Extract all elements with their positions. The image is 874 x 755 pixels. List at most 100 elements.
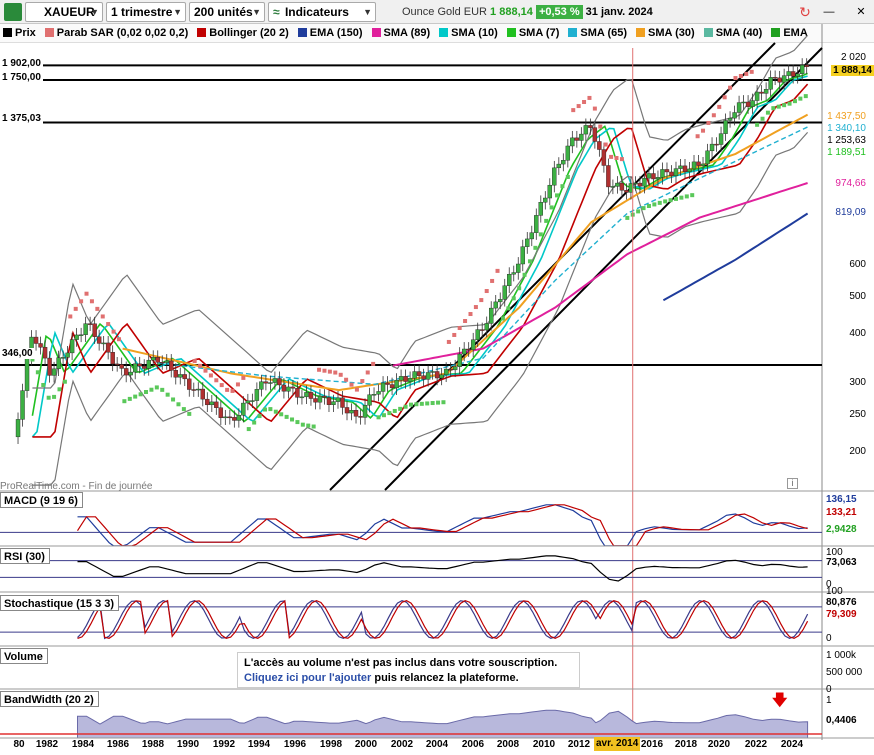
candle-body (425, 372, 431, 380)
sar-dot (133, 394, 138, 399)
time-axis-label: 1988 (141, 739, 165, 750)
candle-body (714, 143, 719, 146)
sar-dot (246, 427, 251, 432)
stochastic-label[interactable]: Stochastique (15 3 3) (0, 595, 120, 611)
sar-dot (419, 401, 424, 406)
time-axis-label: 2016 (640, 739, 664, 750)
price-axis-tick: 819,09 (835, 207, 866, 218)
candle-body (664, 169, 670, 173)
time-axis-label: 1998 (319, 739, 343, 750)
candle-body (511, 272, 516, 275)
candle-body (15, 419, 21, 438)
price-chart[interactable] (0, 0, 874, 755)
sar-dot (787, 101, 792, 106)
candle-body (335, 397, 341, 402)
candle-body (322, 395, 327, 398)
candle-body (367, 394, 372, 406)
sar-dot (317, 367, 322, 372)
level-tag-1750: 1 750,00 (0, 72, 43, 83)
candle-body (457, 353, 462, 367)
sar-dot (771, 106, 776, 111)
macd-label[interactable]: MACD (9 19 6) (0, 492, 83, 508)
sar-dot (452, 332, 457, 337)
sar-dot (144, 390, 149, 395)
candle-body (570, 137, 575, 147)
sar-dot (79, 299, 84, 304)
time-axis-label: 1982 (35, 739, 59, 750)
sar-dot (614, 156, 619, 161)
sar-dot (208, 373, 213, 378)
sar-dot (295, 420, 300, 425)
candle-body (304, 392, 309, 398)
candle-body (281, 384, 287, 392)
candle-body (187, 378, 192, 390)
sar-dot (441, 400, 446, 405)
candle-body (412, 371, 417, 379)
candle-body (466, 348, 471, 351)
candle-body (727, 117, 733, 121)
candle-body (678, 165, 683, 169)
sar-dot (214, 378, 219, 383)
candle-body (736, 102, 742, 113)
candle-body (421, 375, 426, 380)
candle-body (538, 202, 543, 216)
sar-dot (436, 400, 441, 405)
candle-body (588, 125, 593, 128)
sar-dot (387, 411, 392, 416)
volume-label[interactable]: Volume (0, 648, 48, 664)
candle-body (51, 368, 57, 376)
candle-body (92, 323, 97, 337)
price-axis-tick: 2 020 (840, 52, 866, 63)
candle-body (790, 71, 796, 77)
sar-dot (430, 401, 435, 406)
info-icon[interactable]: i (787, 478, 798, 489)
notice-add-link[interactable]: Cliquez ici pour l'ajouter (244, 672, 371, 684)
candle-body (331, 401, 336, 405)
sar-dot (711, 113, 716, 118)
sar-dot (360, 379, 365, 384)
candle-body (250, 400, 255, 402)
sar-dot (565, 174, 570, 179)
sar-dot (490, 278, 495, 283)
candle-body (669, 171, 674, 176)
sar-dot (463, 319, 468, 324)
sar-dot (311, 424, 316, 429)
candle-body (114, 363, 120, 366)
sar-dot (619, 157, 624, 162)
stoch-value-d: 79,309 (826, 609, 857, 620)
sar-dot (392, 408, 397, 413)
level-tag-346: 346,00 (0, 348, 35, 359)
candle-body (272, 378, 278, 383)
candle-body (196, 388, 201, 391)
candle-body (741, 101, 746, 104)
sar-dot (106, 322, 111, 327)
sar-dot (252, 420, 257, 425)
candle-body (502, 285, 507, 300)
sar-dot (468, 312, 473, 317)
panel-separators (0, 490, 874, 739)
sar-dot (425, 401, 430, 406)
sar-dot (41, 382, 46, 387)
candle-body (398, 376, 404, 381)
sar-dot (495, 268, 500, 273)
candle-body (673, 168, 679, 176)
candle-body (439, 374, 444, 379)
candle-body (353, 410, 359, 417)
sar-dot (576, 104, 581, 109)
sar-dot (268, 407, 273, 412)
sar-dot (695, 134, 700, 139)
candle-body (696, 161, 701, 166)
sar-dot (755, 122, 760, 127)
sar-dot (555, 193, 560, 198)
bandwidth-label[interactable]: BandWidth (20 2) (0, 691, 99, 707)
sar-dot (473, 305, 478, 310)
sar-dot (744, 71, 749, 76)
sar-dot (257, 414, 262, 419)
sar-dot (100, 314, 105, 319)
candle-body (804, 64, 809, 67)
sar-dot (398, 406, 403, 411)
volume-value-2: 500 000 (826, 667, 863, 678)
candle-body (326, 397, 332, 405)
sar-dot (663, 199, 668, 204)
rsi-label[interactable]: RSI (30) (0, 548, 50, 564)
